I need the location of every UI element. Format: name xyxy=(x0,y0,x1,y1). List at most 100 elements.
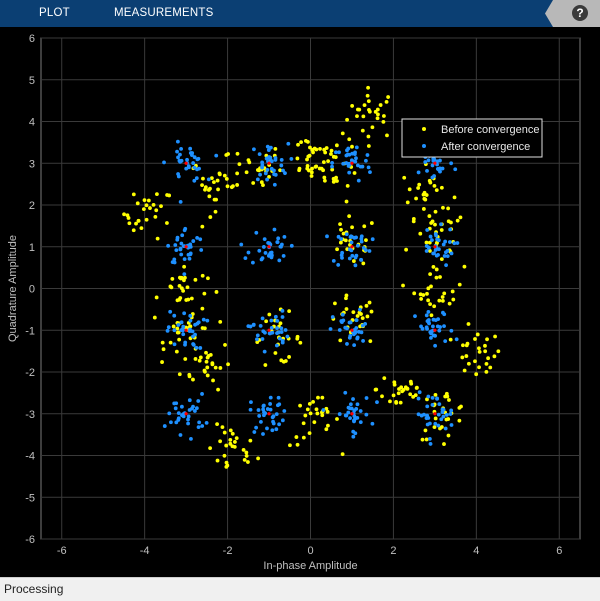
tab-plot[interactable]: PLOT xyxy=(39,7,70,19)
after-point xyxy=(261,403,266,408)
after-point xyxy=(269,318,274,323)
before-point xyxy=(344,199,349,204)
after-point xyxy=(337,412,342,416)
after-point xyxy=(239,242,244,247)
before-point xyxy=(141,207,146,212)
before-point xyxy=(154,295,159,300)
after-point xyxy=(258,323,263,328)
before-point xyxy=(422,190,427,195)
before-point xyxy=(341,231,346,236)
before-point xyxy=(411,219,416,224)
after-point xyxy=(330,315,335,319)
before-point xyxy=(216,187,220,192)
reference-point xyxy=(184,161,188,165)
after-point xyxy=(257,248,262,253)
before-point xyxy=(492,354,497,359)
before-point xyxy=(335,417,339,421)
before-point xyxy=(263,363,268,367)
before-point xyxy=(212,180,216,184)
after-point xyxy=(176,172,180,176)
before-point xyxy=(288,443,292,448)
before-point xyxy=(483,343,487,348)
before-point xyxy=(160,340,165,345)
constellation-chart[interactable]: -6 -4 -2 0 2 4 6 -6 -5 -4 -3 -2 -1 0 1 2 3 4 5 6 In-phase Am… xyxy=(0,27,600,577)
after-point xyxy=(425,326,429,331)
before-point xyxy=(200,224,205,229)
after-point xyxy=(368,170,372,174)
after-point xyxy=(188,252,193,257)
after-point xyxy=(272,172,277,177)
before-point xyxy=(447,301,452,306)
before-point xyxy=(477,350,482,354)
after-point xyxy=(166,243,171,248)
before-point xyxy=(380,394,384,399)
after-point xyxy=(426,394,431,399)
after-point xyxy=(274,343,279,348)
after-point xyxy=(454,337,459,342)
before-point xyxy=(404,247,408,252)
after-point xyxy=(348,416,352,421)
before-point xyxy=(477,346,481,351)
after-point xyxy=(286,141,291,146)
after-point xyxy=(246,324,251,329)
tab-measurements[interactable]: MEASUREMENTS xyxy=(114,7,214,19)
before-point xyxy=(426,286,431,291)
after-point xyxy=(426,158,431,163)
after-point xyxy=(265,177,269,182)
before-point xyxy=(225,463,230,468)
before-point xyxy=(365,314,370,319)
before-point xyxy=(144,217,149,222)
y-tick-label: 0 xyxy=(29,284,35,296)
before-point xyxy=(434,275,439,280)
before-point xyxy=(344,307,349,311)
after-point xyxy=(423,160,428,164)
after-point xyxy=(426,310,431,314)
after-point xyxy=(276,395,281,400)
before-point xyxy=(169,285,174,290)
after-point xyxy=(193,332,197,337)
after-point xyxy=(193,322,197,327)
before-point xyxy=(177,337,182,342)
after-point xyxy=(331,258,336,263)
before-point xyxy=(485,337,489,342)
before-point xyxy=(426,298,431,303)
before-point xyxy=(364,238,368,243)
before-point xyxy=(273,146,278,151)
before-point xyxy=(216,387,220,392)
after-point xyxy=(433,232,438,236)
after-point xyxy=(337,328,342,332)
after-point xyxy=(162,160,166,165)
before-point xyxy=(178,275,182,280)
before-point xyxy=(338,240,343,245)
before-point xyxy=(412,291,417,296)
after-point xyxy=(448,412,453,416)
before-point xyxy=(244,454,249,458)
before-point xyxy=(366,85,370,90)
after-point xyxy=(172,342,177,347)
before-point xyxy=(244,450,249,455)
before-point xyxy=(251,181,256,185)
before-point xyxy=(235,171,240,176)
after-point xyxy=(265,167,270,172)
y-tick-label: -4 xyxy=(25,451,35,463)
after-point xyxy=(262,237,267,242)
after-point xyxy=(346,405,351,410)
after-point xyxy=(187,256,192,261)
before-point xyxy=(496,349,501,354)
before-point xyxy=(167,193,172,198)
after-point xyxy=(279,326,284,331)
after-point xyxy=(441,242,446,247)
after-point xyxy=(192,178,197,183)
help-icon[interactable]: ? xyxy=(572,5,588,21)
before-point xyxy=(287,309,292,314)
after-point xyxy=(428,234,433,239)
before-point xyxy=(316,395,320,400)
before-point xyxy=(366,99,371,104)
after-point xyxy=(179,252,184,257)
x-tick-label: 6 xyxy=(556,545,562,557)
before-point xyxy=(259,180,264,185)
before-point xyxy=(244,170,249,175)
after-point xyxy=(281,254,286,258)
reference-point xyxy=(267,161,271,165)
after-point xyxy=(195,157,200,162)
